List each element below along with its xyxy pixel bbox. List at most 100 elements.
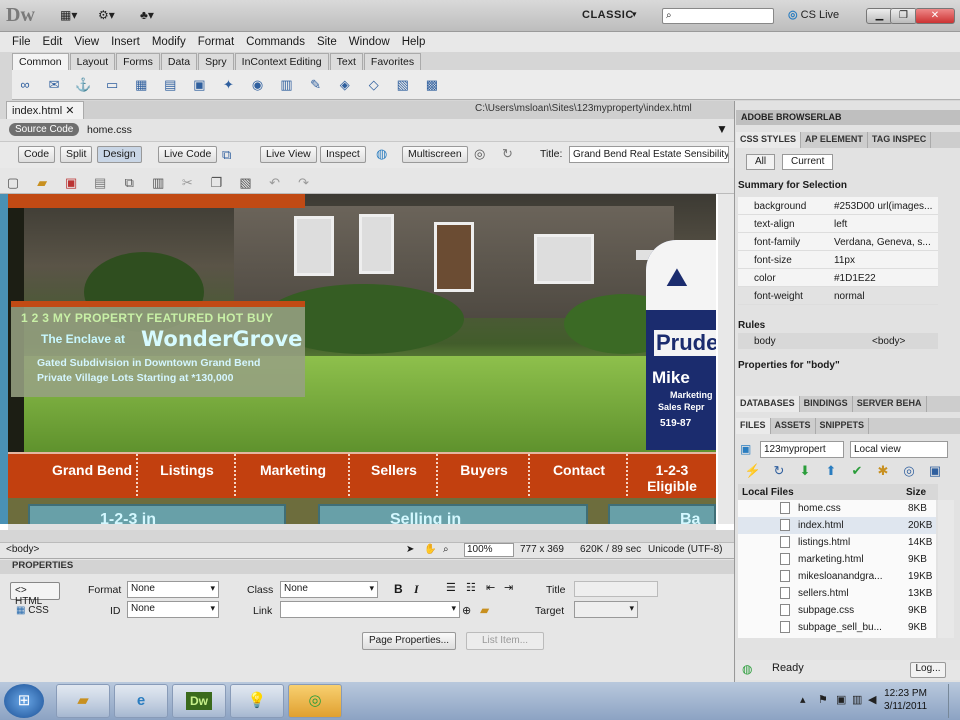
document-tab[interactable]: index.html ✕ [6, 101, 84, 119]
nav-buyers[interactable]: Buyers [440, 454, 530, 500]
design-view[interactable]: 1 2 3 MY PROPERTY FEATURED HOT BUY The E… [0, 194, 734, 530]
sync-icon[interactable]: ◎ [900, 462, 918, 480]
split-view-button[interactable]: Split [60, 146, 93, 163]
check-out-icon[interactable]: ✔ [848, 462, 866, 480]
tray-flag-icon[interactable]: ⚑ [818, 693, 828, 706]
new-file-icon[interactable]: ▢ [4, 174, 22, 192]
horizontal-rule-icon[interactable]: ▭ [103, 76, 121, 94]
tab-tag-inspector[interactable]: TAG INSPEC [868, 132, 932, 148]
select-tool-icon[interactable]: ➤ [406, 544, 414, 555]
images-icon[interactable]: ▣ [190, 76, 208, 94]
title-field[interactable] [574, 581, 658, 597]
dreamweaver-taskbar-button[interactable]: Dw [172, 684, 226, 718]
email-link-icon[interactable]: ✉ [45, 76, 63, 94]
save-icon[interactable]: ▤ [91, 174, 109, 192]
hand-tool-icon[interactable]: ✋ [424, 544, 436, 555]
css-property-row[interactable]: font-family Verdana, Geneva, s... [738, 233, 938, 251]
site-select[interactable]: 123mypropert [760, 441, 844, 458]
code-view-button[interactable]: Code [18, 146, 56, 163]
refresh-icon[interactable]: ↻ [502, 146, 513, 162]
source-code-button[interactable]: Source Code [9, 123, 80, 136]
browse-folder-icon[interactable]: ▰ [480, 603, 489, 617]
nav-listings[interactable]: Listings [140, 454, 236, 500]
css-all-button[interactable]: All [746, 154, 776, 170]
paste-icon[interactable]: ▧ [237, 174, 255, 192]
tab-assets[interactable]: ASSETS [771, 418, 816, 434]
file-row[interactable]: subpage_sell_bu... 9KB [738, 619, 936, 636]
featured-promo-box[interactable]: 1 2 3 MY PROPERTY FEATURED HOT BUY The E… [11, 301, 305, 397]
tab-databases[interactable]: DATABASES [736, 396, 800, 412]
tab-server-behaviors[interactable]: SERVER BEHA [853, 396, 927, 412]
multiscreen-button[interactable]: Multiscreen [402, 146, 468, 163]
restore-button[interactable]: ❐ [890, 8, 917, 24]
thumb-123-in[interactable]: 1-2-3 in [28, 504, 286, 524]
workspace-switcher[interactable]: CLASSIC [582, 9, 634, 21]
minimize-button[interactable]: ▁ [866, 8, 893, 24]
menu-format[interactable]: Format [198, 36, 234, 48]
menu-site[interactable]: Site [317, 36, 337, 48]
menu-modify[interactable]: Modify [152, 36, 186, 48]
menu-help[interactable]: Help [402, 36, 426, 48]
expand-icon[interactable]: ▣ [926, 462, 944, 480]
horizontal-scrollbar[interactable] [8, 524, 716, 530]
css-property-row[interactable]: text-align left [738, 215, 938, 233]
menu-file[interactable]: File [12, 36, 31, 48]
app-taskbar-button[interactable]: 💡 [230, 684, 284, 718]
design-view-button[interactable]: Design [97, 146, 142, 163]
browser-preview-icon[interactable]: ◍ [376, 146, 387, 162]
tab-common[interactable]: Common [12, 52, 69, 70]
nav-contact[interactable]: Contact [532, 454, 628, 500]
menu-window[interactable]: Window [349, 36, 390, 48]
page-properties-button[interactable]: Page Properties... [362, 632, 456, 650]
script-icon[interactable]: ◇ [365, 76, 383, 94]
file-row[interactable]: marketing.html 9KB [738, 551, 936, 568]
related-file-home-css[interactable]: home.css [87, 124, 132, 136]
tray-network-icon[interactable]: ▥ [852, 693, 862, 706]
undo-icon[interactable]: ↶ [266, 174, 284, 192]
tab-data[interactable]: Data [160, 52, 198, 70]
cs-live-button[interactable]: ◎ CS Live [788, 8, 839, 21]
camtasia-taskbar-button[interactable]: ◎ [288, 684, 342, 718]
format-select[interactable]: None [127, 581, 219, 598]
live-view-button[interactable]: Live View [260, 146, 317, 163]
vertical-scrollbar[interactable] [718, 194, 734, 524]
html-mode-button[interactable]: <> HTML [10, 582, 60, 607]
tab-spry[interactable]: Spry [198, 52, 234, 70]
ie-taskbar-button[interactable]: e [114, 684, 168, 718]
tab-layout[interactable]: Layout [69, 52, 116, 70]
view-select[interactable]: Local view [850, 441, 948, 458]
italic-button[interactable]: I [414, 582, 419, 597]
print-icon[interactable]: ▥ [149, 174, 167, 192]
refresh-icon[interactable]: ↻ [770, 462, 788, 480]
css-mode-button[interactable]: ▦ CSS [16, 605, 49, 616]
css-property-row[interactable]: color #1D1E22 [738, 269, 938, 287]
close-button[interactable]: ✕ [915, 8, 955, 24]
get-files-icon[interactable]: ⬇ [796, 462, 814, 480]
unordered-list-icon[interactable]: ☰ [446, 581, 456, 594]
server-side-include-icon[interactable]: ▥ [278, 76, 296, 94]
tab-incontext-editing[interactable]: InContext Editing [234, 52, 329, 70]
css-current-button[interactable]: Current [782, 154, 834, 170]
tray-device-icon[interactable]: ▣ [836, 693, 846, 706]
connect-icon[interactable]: ⚡ [744, 462, 762, 480]
redo-icon[interactable]: ↷ [295, 174, 313, 192]
tab-files[interactable]: FILES [736, 418, 771, 434]
visual-aids-icon[interactable]: ◎ [474, 146, 485, 162]
nav-marketing[interactable]: Marketing [238, 454, 350, 500]
tab-bindings[interactable]: BINDINGS [800, 396, 853, 412]
show-desktop-button[interactable] [948, 684, 960, 718]
class-select[interactable]: None [280, 581, 378, 598]
outdent-icon[interactable]: ⇤ [486, 581, 495, 594]
put-files-icon[interactable]: ⬆ [822, 462, 840, 480]
point-to-file-icon[interactable]: ⊕ [462, 604, 471, 617]
menu-insert[interactable]: Insert [111, 36, 140, 48]
file-row[interactable]: home.css 8KB [738, 500, 936, 517]
nav-sellers[interactable]: Sellers [352, 454, 438, 500]
list-item-button[interactable]: List Item... [466, 632, 544, 650]
head-icon[interactable]: ◈ [336, 76, 354, 94]
tab-favorites[interactable]: Favorites [363, 52, 422, 70]
cut-icon[interactable]: ✂ [178, 174, 196, 192]
site-icon[interactable]: ♣▾ [140, 8, 154, 22]
file-row[interactable]: subpage.css 9KB [738, 602, 936, 619]
filter-icon[interactable]: ▼ [716, 122, 728, 136]
